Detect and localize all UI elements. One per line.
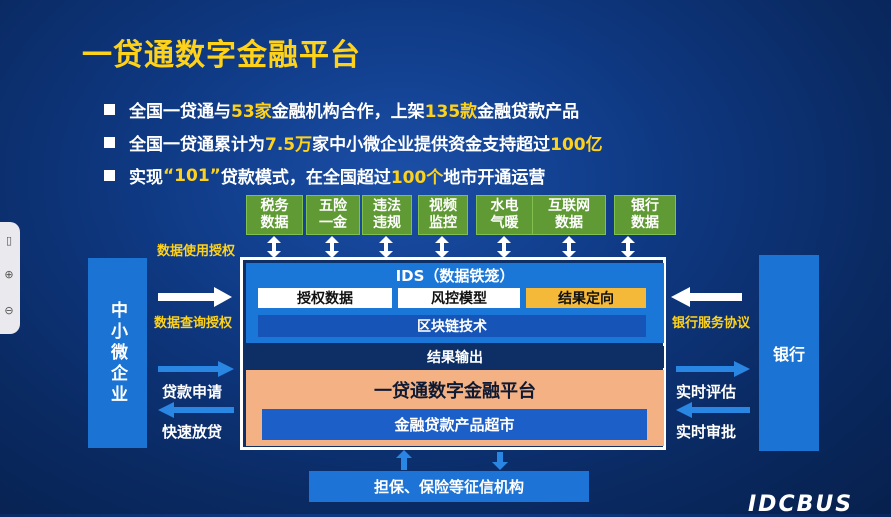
loan-market-bar: 金融贷款产品超市 — [262, 409, 647, 440]
ids-box-auth-data: 授权数据 — [258, 288, 392, 308]
label-data-use-auth: 数据使用授权 — [157, 244, 236, 259]
label-fast-loan: 快速放贷 — [162, 423, 223, 441]
ids-box-result-target: 结果定向 — [526, 288, 646, 308]
platform-title: 一贷通数字金融平台 — [374, 381, 536, 402]
ids-title: IDS（数据铁笼） — [395, 267, 515, 285]
result-output-bar: 结果输出 — [246, 346, 664, 368]
bank-entity: 银行 — [759, 255, 819, 451]
viewer-toolbar: ▯ ⊕ ⊖ — [0, 222, 20, 334]
left-arrow-icon — [671, 287, 742, 307]
sme-entity: 中小微企业 — [88, 258, 147, 448]
bank-label: 银行 — [772, 345, 805, 364]
label-data-query-auth: 数据查询授权 — [154, 316, 233, 331]
label-bank-service: 银行服务协议 — [672, 316, 751, 331]
right-arrow-icon — [158, 287, 232, 307]
left-arrow-icon — [158, 402, 234, 418]
sme-label: 中小微企业 — [107, 300, 127, 406]
ids-box-risk-model: 风控模型 — [398, 288, 520, 308]
watermark-logo: IDCBUS — [748, 492, 854, 517]
double-arrow-icon — [497, 236, 511, 258]
down-arrow-icon — [492, 452, 508, 470]
zoom-out-icon[interactable]: ⊖ — [2, 304, 16, 318]
up-arrow-icon — [396, 450, 412, 470]
right-arrow-icon — [158, 361, 234, 377]
zoom-in-icon[interactable]: ⊕ — [2, 268, 16, 282]
double-arrow-icon — [267, 236, 281, 258]
double-arrow-icon — [379, 236, 393, 258]
double-arrow-icon — [621, 236, 635, 258]
double-arrow-icon — [435, 236, 449, 258]
left-arrow-icon — [676, 402, 750, 418]
label-loan-apply: 贷款申请 — [162, 383, 223, 401]
label-realtime-eval: 实时评估 — [676, 383, 737, 401]
credit-agencies-box: 担保、保险等征信机构 — [309, 471, 589, 502]
label-realtime-approve: 实时审批 — [676, 423, 737, 441]
trash-icon[interactable]: ▯ — [2, 234, 16, 248]
right-arrow-icon — [676, 361, 750, 377]
double-arrow-icon — [562, 236, 576, 258]
double-arrow-icon — [325, 236, 339, 258]
blockchain-bar: 区块链技术 — [258, 315, 646, 337]
